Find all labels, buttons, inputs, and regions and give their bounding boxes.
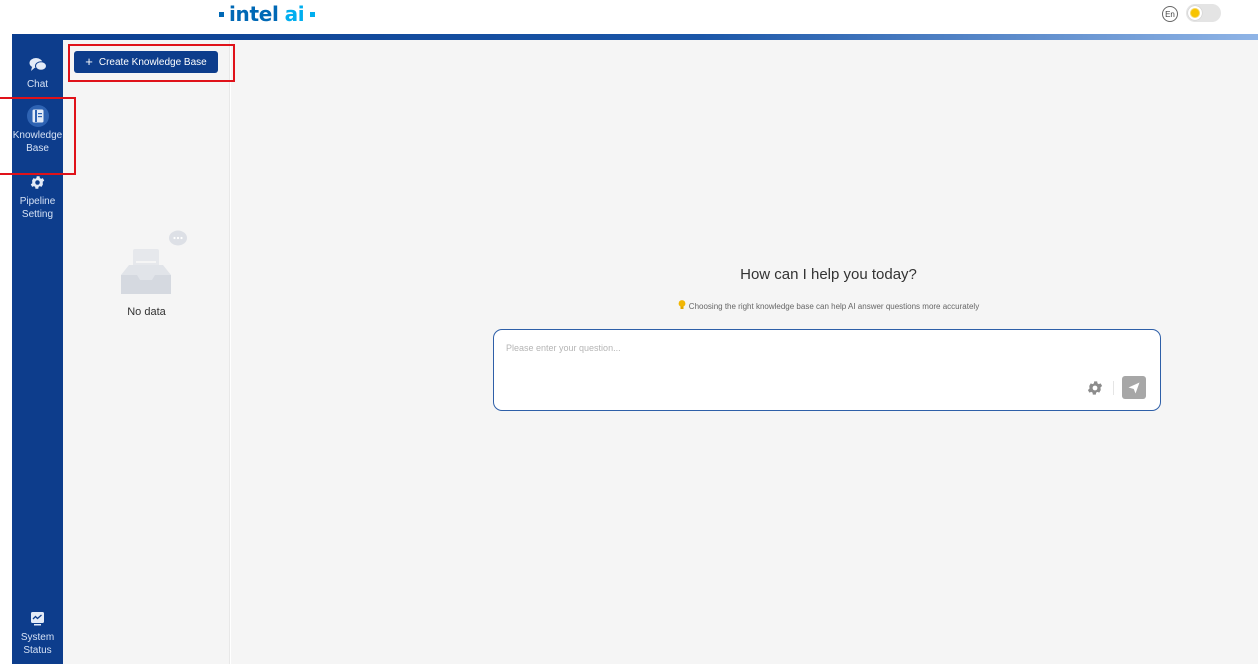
question-box: [493, 329, 1161, 411]
sun-icon: [1188, 6, 1202, 20]
sidebar-item-chat[interactable]: Chat: [12, 54, 63, 91]
chat-settings-button[interactable]: [1084, 377, 1106, 399]
language-label: En: [1165, 9, 1175, 19]
header: intel ai En: [0, 0, 1258, 34]
sidebar-item-label-line2: Setting: [21, 209, 54, 220]
greeting-heading: How can I help you today?: [740, 266, 917, 283]
chat-icon: [27, 54, 49, 76]
gear-icon: [1087, 381, 1103, 395]
monitor-icon: [27, 607, 49, 629]
theme-toggle[interactable]: [1186, 4, 1221, 22]
create-knowledge-base-button[interactable]: + Create Knowledge Base: [74, 51, 218, 73]
sidebar-item-label-line1: Knowledge: [12, 130, 63, 141]
sidebar-item-pipeline-setting[interactable]: Pipeline Setting: [12, 171, 63, 221]
send-button[interactable]: [1122, 376, 1146, 399]
lightbulb-icon: [678, 300, 686, 312]
language-switch[interactable]: En: [1162, 6, 1178, 22]
logo-word-ai: ai: [284, 2, 305, 26]
sidebar-item-label-line2: Status: [23, 645, 52, 656]
send-icon: [1128, 382, 1140, 393]
sidebar-item-system-status[interactable]: System Status: [12, 607, 63, 657]
no-data-text: No data: [127, 306, 166, 318]
intel-ai-logo: intel ai: [219, 1, 316, 27]
plus-icon: +: [85, 54, 93, 69]
tip-label: Choosing the right knowledge base can he…: [688, 301, 980, 311]
sidebar-item-knowledge-base[interactable]: Knowledge Base: [12, 105, 63, 155]
sidebar-item-label: Chat: [26, 79, 49, 90]
gear-icon: [27, 171, 49, 193]
knowledge-base-icon: [26, 105, 49, 127]
button-divider: [1113, 381, 1114, 395]
tip-text: Choosing the right knowledge base can he…: [231, 300, 1258, 312]
chat-main: How can I help you today? Choosing the r…: [231, 40, 1258, 664]
sidebar: Chat Knowledge Base Pipeline Setting Sys…: [12, 40, 63, 664]
knowledge-base-panel: + Create Knowledge Base No data: [63, 40, 230, 664]
logo-square-icon: [310, 11, 316, 17]
create-knowledge-base-label: Create Knowledge Base: [98, 56, 207, 68]
sidebar-item-label-line1: System: [20, 632, 55, 643]
sidebar-item-label-line1: Pipeline: [19, 196, 56, 207]
empty-state: No data: [63, 228, 230, 318]
logo-square-icon: [219, 11, 224, 17]
logo-word-intel: intel: [229, 2, 279, 26]
question-input[interactable]: [506, 340, 1066, 356]
empty-inbox-icon: [120, 230, 187, 294]
sidebar-item-label-line2: Base: [26, 143, 49, 154]
